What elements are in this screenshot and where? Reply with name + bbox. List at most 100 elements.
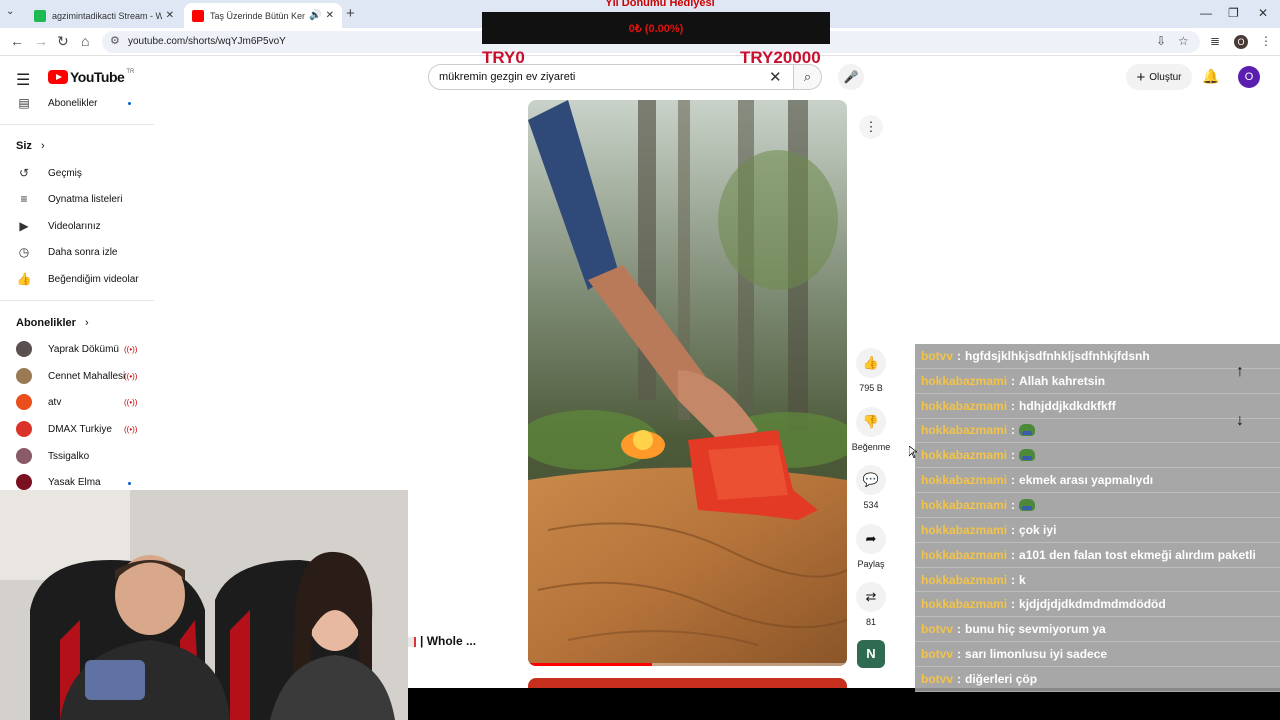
install-app-icon[interactable]: ⇩ (1156, 34, 1166, 48)
back-icon[interactable]: ← (10, 33, 24, 49)
browser-menu-icon[interactable]: ⋮ (1260, 34, 1272, 48)
like-count: 795 B (859, 383, 883, 393)
sidebar-item-label: Geçmiş (48, 167, 82, 179)
chat-username: hokkabazmami (921, 448, 1008, 463)
flag-icon (408, 636, 416, 647)
chat-username: botvv (921, 671, 954, 686)
chat-text: k (1019, 572, 1026, 587)
sidebar-item-subscriptions[interactable]: ▤ Abonelikler (16, 93, 97, 113)
webcam-frame (0, 490, 408, 720)
avatar (16, 368, 32, 384)
short-video-player[interactable] (528, 100, 847, 666)
youtube-play-icon (48, 70, 68, 84)
chat-text: çok iyi (1019, 522, 1057, 537)
chat-message: hokkabazmami: (915, 443, 1280, 469)
arrow-down-icon[interactable]: ↓ (1236, 412, 1244, 430)
home-icon[interactable]: ⌂ (81, 33, 89, 49)
chat-message: botvv: hgfdsjklhkjsdfnhkljsdfnhkjfdsnh (915, 344, 1280, 369)
restore-icon[interactable]: ❐ (1228, 6, 1239, 20)
browser-tab-stream[interactable]: agzimintadikacti Stream - Watc ✕ (26, 3, 182, 28)
create-label: Oluştur (1149, 71, 1182, 83)
browser-tab-youtube[interactable]: Taş Üzerinde Bütün Kemiksiz 🔊 ✕ (184, 3, 342, 28)
channel-name: Yaprak Dökümü (48, 343, 119, 355)
sidebar-item-label: Beğendiğim videolar (48, 273, 139, 285)
notifications-bell-icon[interactable]: 🔔 (1202, 68, 1219, 85)
clear-search-icon[interactable]: ✕ (769, 68, 782, 86)
menu-hamburger-icon[interactable]: ☰ (16, 70, 30, 90)
arrow-up-icon[interactable]: ↑ (1236, 363, 1244, 381)
reload-icon[interactable]: ↻ (57, 33, 69, 50)
chat-message: hokkabazmami: hdhjddjkdkdkfkff (915, 393, 1280, 419)
close-window-icon[interactable]: ✕ (1258, 6, 1268, 20)
sidebar-item-liked-videos[interactable]: 👍 Beğendiğim videolar (16, 269, 139, 289)
close-tab-icon[interactable]: ✕ (326, 10, 334, 21)
sidebar-item-history[interactable]: ↺ Geçmiş (16, 163, 82, 183)
speaker-icon[interactable]: 🔊 (309, 10, 321, 21)
kick-favicon-icon (34, 9, 46, 22)
sidebar-item-label: Videolarınız (48, 220, 101, 232)
playback-progress-track[interactable] (528, 663, 847, 666)
channel-name: atv (48, 396, 62, 408)
dislike-button[interactable]: 👎 Beğenme (849, 407, 893, 452)
sidebar-channel-atv[interactable]: atv (16, 392, 61, 412)
youtube-favicon-icon (192, 9, 204, 22)
sidebar-channel-tssigalko[interactable]: Tssigalko (16, 446, 89, 466)
bookmark-star-icon[interactable]: ☆ (1178, 34, 1189, 48)
remix-count: 81 (865, 617, 876, 627)
share-button[interactable]: ➦ Paylaş (849, 524, 893, 569)
pepe-emote-icon (1019, 424, 1036, 437)
chat-message: hokkabazmami: (915, 493, 1280, 518)
sidebar-channel-dmax-turkiye[interactable]: DMAX Turkiye (16, 419, 112, 439)
voice-search-button[interactable]: 🎤 (838, 64, 864, 90)
site-info-icon[interactable]: ⚙ (110, 34, 120, 47)
region-badge: TR (126, 69, 135, 75)
bottom-overlay-band (408, 688, 1280, 720)
playback-progress-fill (528, 663, 653, 666)
chat-message: hokkabazmami: (915, 418, 1280, 444)
chat-separator: : (957, 348, 962, 363)
forward-icon[interactable]: → (34, 33, 48, 49)
media-control-icon[interactable]: ≣ (1210, 34, 1220, 48)
sidebar-item-your-videos[interactable]: ▶ Videolarınız (16, 216, 101, 236)
share-label: Paylaş (857, 559, 885, 569)
music-track-avatar[interactable]: N (857, 640, 885, 668)
sidebar-subscriptions-header[interactable]: Abonelikler › (16, 317, 89, 329)
youtube-logo[interactable]: YouTube TR (48, 69, 134, 85)
account-avatar[interactable]: O (1238, 66, 1260, 88)
create-button[interactable]: + Oluştur (1126, 64, 1192, 90)
close-tab-icon[interactable]: ✕ (166, 10, 174, 21)
tab-search-chevron-icon[interactable]: ⌄ (6, 6, 14, 17)
next-short-title[interactable]: | Whole ... (408, 634, 476, 648)
channel-name: Tssigalko (48, 450, 90, 462)
liked-icon: 👍 (16, 272, 32, 286)
minimize-icon[interactable]: — (1200, 6, 1212, 20)
live-icon: ((•)) (124, 398, 138, 407)
sidebar-item-playlists[interactable]: ≡ Oynatma listeleri (16, 189, 122, 209)
chat-username: hokkabazmami (921, 398, 1008, 413)
chat-text: kjdjdjdjdkdmdmdmdödöd (1019, 597, 1166, 612)
browser-profile-avatar[interactable]: O (1234, 35, 1248, 49)
webcam-overlay (0, 490, 408, 720)
sidebar-channel-yaprak-dokumu[interactable]: Yaprak Dökümü (16, 339, 119, 359)
chat-username: hokkabazmami (921, 547, 1008, 562)
sidebar-channel-cennet-mahallesi[interactable]: Cennet Mahallesi (16, 366, 125, 386)
chat-message: hokkabazmami: ekmek arası yapmalıydı (915, 468, 1280, 494)
like-button[interactable]: 👍 795 B (849, 348, 893, 393)
new-tab-button[interactable]: + (346, 5, 355, 22)
video-frame (528, 100, 847, 666)
chat-username: hokkabazmami (921, 522, 1008, 537)
sidebar-item-label: Daha sonra izle (48, 246, 118, 258)
avatar (16, 448, 32, 464)
chat-message: hokkabazmami: Allah kahretsin (915, 368, 1280, 394)
comment-count: 534 (863, 500, 879, 510)
chat-username: hokkabazmami (921, 373, 1008, 388)
comments-button[interactable]: 💬 534 (849, 465, 893, 510)
remix-button[interactable]: ⇄ 81 (849, 582, 893, 627)
sidebar-channel-yasak-elma[interactable]: Yasak Elma (16, 472, 101, 492)
sidebar-item-watch-later[interactable]: ◷ Daha sonra izle (16, 242, 118, 262)
chat-separator: : (1011, 497, 1016, 512)
sidebar-you-header[interactable]: Siz › (16, 140, 45, 152)
chat-text: sarı limonlusu iyi sadece (965, 647, 1108, 662)
tab-title: agzimintadikacti Stream - Watc (52, 10, 162, 21)
more-options-button[interactable]: ⋮ (859, 115, 883, 139)
